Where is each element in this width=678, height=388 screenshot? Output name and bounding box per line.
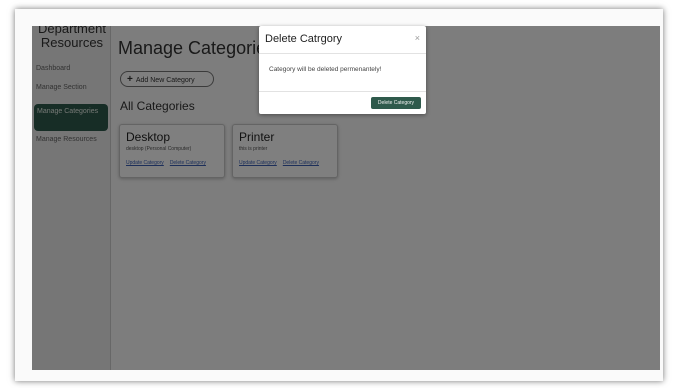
dialog-message: Category will be deleted permenantely!	[269, 66, 382, 73]
dialog-title: Delete Catrgory	[265, 33, 343, 45]
confirm-delete-button[interactable]: Delete Category	[371, 97, 421, 109]
dialog-header: Delete Catrgory ×	[259, 26, 426, 54]
close-icon[interactable]: ×	[415, 33, 420, 43]
delete-category-dialog: Delete Catrgory × Category will be delet…	[259, 26, 426, 114]
dialog-footer: Delete Category	[259, 91, 426, 115]
